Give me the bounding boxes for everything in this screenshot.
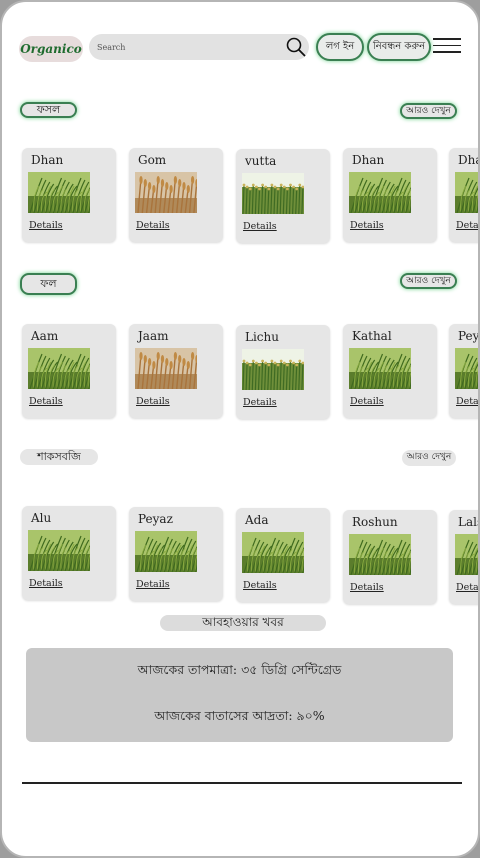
product-name: Alu [31, 511, 52, 525]
product-card[interactable]: Dhan Details [449, 148, 478, 242]
product-card[interactable]: Dhan Details [22, 148, 116, 242]
product-name: Lalshak [458, 515, 478, 529]
product-name: Gom [138, 153, 167, 167]
details-link[interactable]: Details [350, 396, 384, 407]
search-icon[interactable] [285, 36, 307, 58]
see-more-fruits-button[interactable]: আরও দেখুন [400, 273, 457, 289]
section-title-crops: ফসল [20, 102, 77, 118]
product-card[interactable]: Jaam Details [129, 324, 223, 418]
product-card[interactable]: Peyaz Details [129, 507, 223, 601]
product-name: Peyara [458, 329, 480, 343]
product-image [135, 348, 197, 389]
register-button[interactable]: নিবন্ধন করুন [367, 33, 431, 61]
weather-title: আবহাওয়ার খবর [160, 615, 326, 631]
product-card[interactable]: Dhan Details [343, 148, 437, 242]
weather-panel: আজকের তাপমাত্রা: ৩৫ ডিগ্রি সেন্টিগ্রেড আ… [26, 648, 453, 742]
product-image [242, 532, 304, 573]
details-link[interactable]: Details [29, 220, 63, 231]
product-name: Dhan [31, 153, 64, 167]
product-name: Aam [31, 329, 59, 343]
product-image [135, 531, 197, 572]
product-card[interactable]: Peyara Details [449, 324, 480, 418]
search-input[interactable] [97, 38, 277, 56]
product-image [455, 534, 478, 575]
product-image [455, 172, 478, 213]
details-link[interactable]: Details [136, 220, 170, 231]
product-card[interactable]: Ada Details [236, 508, 330, 602]
product-image [349, 348, 411, 389]
see-more-vegetables-button[interactable]: আরও দেখুন [402, 450, 456, 466]
product-card[interactable]: Kathal Details [343, 324, 437, 418]
section-title-fruits: ফল [20, 273, 77, 295]
product-card[interactable]: Lalshak Details [449, 510, 478, 604]
humidity-text: আজকের বাতাসের আদ্রতা: ৯০% [154, 708, 325, 723]
footer-divider [22, 782, 462, 784]
login-button[interactable]: লগ ইন [316, 33, 364, 61]
details-link[interactable]: Details [136, 396, 170, 407]
product-name: Jaam [138, 329, 169, 343]
details-link[interactable]: Details [29, 578, 63, 589]
menu-icon[interactable] [433, 38, 461, 56]
product-name: Roshun [352, 515, 398, 529]
product-name: Lichu [245, 330, 279, 344]
product-name: Dhan [458, 153, 478, 167]
logo[interactable]: Organico [19, 36, 83, 62]
details-link[interactable]: Details [243, 580, 277, 591]
product-image [242, 173, 304, 214]
product-image [28, 530, 90, 571]
details-link[interactable]: Details [456, 582, 478, 593]
product-name: Dhan [352, 153, 385, 167]
product-card[interactable]: vutta Details [236, 149, 330, 243]
product-image [242, 349, 304, 390]
details-link[interactable]: Details [136, 579, 170, 590]
details-link[interactable]: Details [29, 396, 63, 407]
details-link[interactable]: Details [350, 220, 384, 231]
product-image [135, 172, 197, 213]
product-name: Ada [245, 513, 269, 527]
search-bar[interactable] [89, 34, 309, 60]
details-link[interactable]: Details [456, 396, 478, 407]
product-image [28, 172, 90, 213]
product-image [349, 534, 411, 575]
temperature-text: আজকের তাপমাত্রা: ৩৫ ডিগ্রি সেন্টিগ্রেড [137, 662, 342, 677]
product-name: vutta [245, 154, 277, 168]
product-card[interactable]: Lichu Details [236, 325, 330, 419]
details-link[interactable]: Details [243, 221, 277, 232]
product-card[interactable]: Gom Details [129, 148, 223, 242]
product-image [349, 172, 411, 213]
section-title-vegetables: শাকসবজি [20, 449, 98, 465]
details-link[interactable]: Details [350, 582, 384, 593]
product-name: Peyaz [138, 512, 173, 526]
product-card[interactable]: Aam Details [22, 324, 116, 418]
app-frame: Organico লগ ইন নিবন্ধন করুন ফসল আরও দেখু… [0, 0, 480, 858]
details-link[interactable]: Details [456, 220, 478, 231]
product-image [28, 348, 90, 389]
product-name: Kathal [352, 329, 392, 343]
product-image [455, 348, 478, 389]
product-card[interactable]: Roshun Details [343, 510, 437, 604]
details-link[interactable]: Details [243, 397, 277, 408]
product-card[interactable]: Alu Details [22, 506, 116, 600]
see-more-crops-button[interactable]: আরও দেখুন [400, 103, 457, 119]
